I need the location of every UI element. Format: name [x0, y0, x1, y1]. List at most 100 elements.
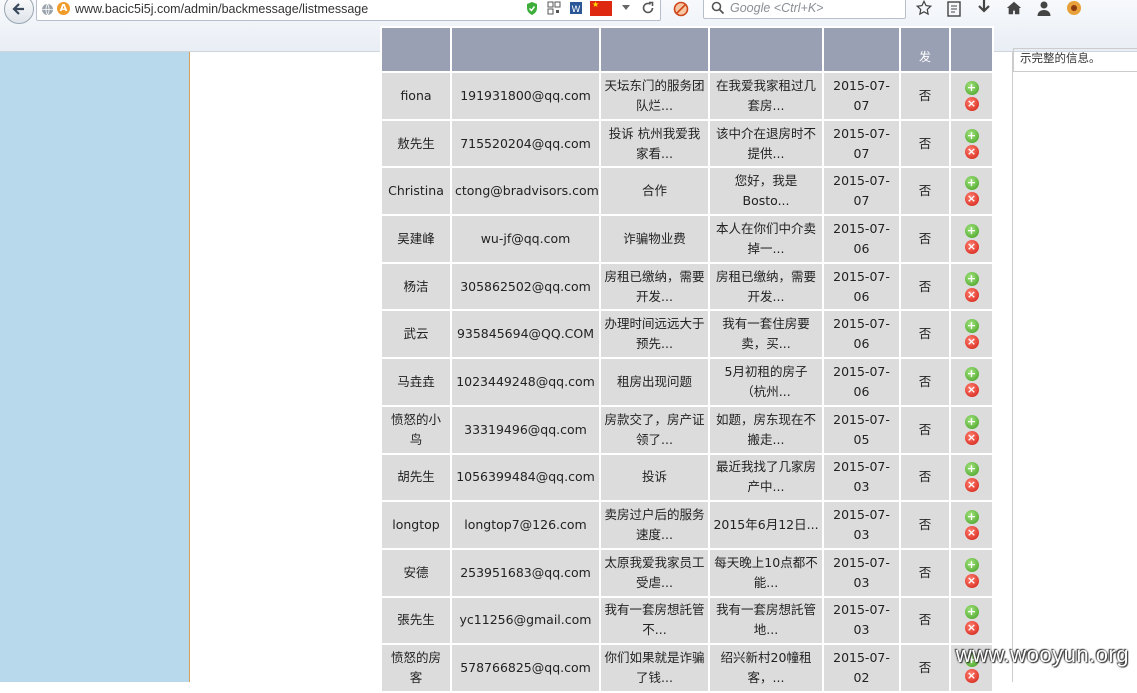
delete-icon[interactable]: ×	[965, 431, 979, 445]
table-row: 愤怒的房客578766825@qq.com你们如果就是诈骗了钱...绍兴新村20…	[382, 645, 992, 691]
delete-icon[interactable]: ×	[965, 288, 979, 302]
add-icon[interactable]: +	[965, 272, 979, 286]
date-cell: 2015-07-06	[824, 264, 899, 310]
delete-icon[interactable]: ×	[965, 383, 979, 397]
url-text[interactable]: www.bacic5i5j.com/admin/backmessage/list…	[75, 2, 368, 16]
reply-status-cell: 否	[901, 407, 949, 453]
search-icon	[711, 1, 725, 15]
extension-icon[interactable]	[1066, 0, 1082, 16]
actions-cell: +×	[951, 121, 992, 167]
sender-name-cell: longtop	[382, 502, 450, 548]
email-cell: yc11256@gmail.com	[452, 598, 599, 644]
reply-status-cell: 否	[901, 168, 949, 214]
add-icon[interactable]: +	[965, 319, 979, 333]
home-icon[interactable]	[1006, 0, 1022, 16]
content-cell: 我有一套房想託管地...	[710, 598, 822, 644]
add-icon[interactable]: +	[965, 462, 979, 476]
reply-status-cell: 否	[901, 359, 949, 405]
sender-name-cell: 愤怒的小鸟	[382, 407, 450, 453]
add-icon[interactable]: +	[965, 415, 979, 429]
delete-icon[interactable]: ×	[965, 335, 979, 349]
blocked-icon[interactable]	[673, 1, 689, 17]
add-icon[interactable]: +	[965, 81, 979, 95]
table-row: 胡先生1056399484@qq.com投诉最近我找了几家房产中...2015-…	[382, 455, 992, 501]
email-cell: 33319496@qq.com	[452, 407, 599, 453]
add-icon[interactable]: +	[965, 176, 979, 190]
subject-cell: 投诉 杭州我爱我家看...	[601, 121, 708, 167]
search-box[interactable]: Google <Ctrl+K>	[703, 0, 906, 19]
left-sidebar	[0, 52, 190, 682]
add-icon[interactable]: +	[965, 605, 979, 619]
shield-icon[interactable]	[524, 0, 540, 16]
word-icon[interactable]: W	[568, 0, 584, 16]
subject-cell: 你们如果就是诈骗了钱...	[601, 645, 708, 691]
date-cell: 2015-07-06	[824, 311, 899, 357]
globe-icon	[41, 3, 54, 16]
add-icon[interactable]: +	[965, 558, 979, 572]
actions-cell: +×	[951, 359, 992, 405]
table-row: 張先生yc11256@gmail.com我有一套房想託管不...我有一套房想託管…	[382, 598, 992, 644]
actions-cell: +×	[951, 73, 992, 119]
bookmark-star-icon[interactable]	[916, 0, 932, 16]
table-row: longtoplongtop7@126.com卖房过户后的服务速度...2015…	[382, 502, 992, 548]
china-flag-icon[interactable]	[590, 1, 612, 16]
search-placeholder: Google <Ctrl+K>	[730, 1, 823, 15]
download-icon[interactable]	[976, 0, 992, 16]
table-row: 马垚垚1023449248@qq.com租房出现问题5月初租的房子（杭州...2…	[382, 359, 992, 405]
watermark: www.wooyun.org	[956, 642, 1129, 668]
email-cell: longtop7@126.com	[452, 502, 599, 548]
reply-status-cell: 否	[901, 502, 949, 548]
email-cell: 715520204@qq.com	[452, 121, 599, 167]
qr-code-icon[interactable]	[546, 0, 562, 16]
table-row: 武云935845694@QQ.COM办理时间远远大于预先...我有一套住房要卖，…	[382, 311, 992, 357]
sender-name-cell: 武云	[382, 311, 450, 357]
message-table: 发 fiona191931800@qq.com天坛东门的服务团队烂...在我爱我…	[380, 26, 994, 693]
subject-cell: 卖房过户后的服务速度...	[601, 502, 708, 548]
delete-icon[interactable]: ×	[965, 669, 979, 683]
clipboard-icon[interactable]	[946, 0, 962, 16]
user-icon[interactable]	[1036, 0, 1052, 16]
reply-status-cell: 否	[901, 598, 949, 644]
content-cell: 房租已缴纳，需要开发...	[710, 264, 822, 310]
table-row: fiona191931800@qq.com天坛东门的服务团队烂...在我爱我家租…	[382, 73, 992, 119]
subject-cell: 诈骗物业费	[601, 216, 708, 262]
subject-cell: 租房出现问题	[601, 359, 708, 405]
delete-icon[interactable]: ×	[965, 192, 979, 206]
table-row: Christinactong@bradvisors.com合作您好，我是Bost…	[382, 168, 992, 214]
content-cell: 5月初租的房子（杭州...	[710, 359, 822, 405]
delete-icon[interactable]: ×	[965, 240, 979, 254]
delete-icon[interactable]: ×	[965, 526, 979, 540]
delete-icon[interactable]: ×	[965, 574, 979, 588]
reply-status-cell: 否	[901, 121, 949, 167]
subject-cell: 投诉	[601, 455, 708, 501]
subject-cell: 房款交了，房产证领了...	[601, 407, 708, 453]
header-cell	[824, 28, 899, 71]
add-icon[interactable]: +	[965, 224, 979, 238]
add-icon[interactable]: +	[965, 367, 979, 381]
add-icon[interactable]: +	[965, 129, 979, 143]
delete-icon[interactable]: ×	[965, 97, 979, 111]
content-cell: 绍兴新村20幢租客，...	[710, 645, 822, 691]
date-cell: 2015-07-03	[824, 502, 899, 548]
svg-text:W: W	[572, 5, 581, 15]
add-icon[interactable]: +	[965, 510, 979, 524]
address-bar[interactable]: A www.bacic5i5j.com/admin/backmessage/li…	[36, 0, 661, 21]
content-cell: 2015年6月12日...	[710, 502, 822, 548]
actions-cell: +×	[951, 264, 992, 310]
content-cell: 您好，我是Bosto...	[710, 168, 822, 214]
delete-icon[interactable]: ×	[965, 478, 979, 492]
reload-icon[interactable]	[640, 0, 656, 16]
email-cell: 1023449248@qq.com	[452, 359, 599, 405]
delete-icon[interactable]: ×	[965, 145, 979, 159]
email-cell: 253951683@qq.com	[452, 550, 599, 596]
email-cell: wu-jf@qq.com	[452, 216, 599, 262]
header-cell	[452, 28, 599, 71]
table-row: 吴建峰wu-jf@qq.com诈骗物业费本人在你们中介卖掉一...2015-07…	[382, 216, 992, 262]
reply-status-cell: 否	[901, 550, 949, 596]
email-cell: ctong@bradvisors.com	[452, 168, 599, 214]
back-button[interactable]	[4, 0, 34, 24]
delete-icon[interactable]: ×	[965, 621, 979, 635]
subject-cell: 房租已缴纳，需要开发...	[601, 264, 708, 310]
sender-name-cell: Christina	[382, 168, 450, 214]
dropdown-arrow-icon[interactable]	[618, 0, 634, 16]
